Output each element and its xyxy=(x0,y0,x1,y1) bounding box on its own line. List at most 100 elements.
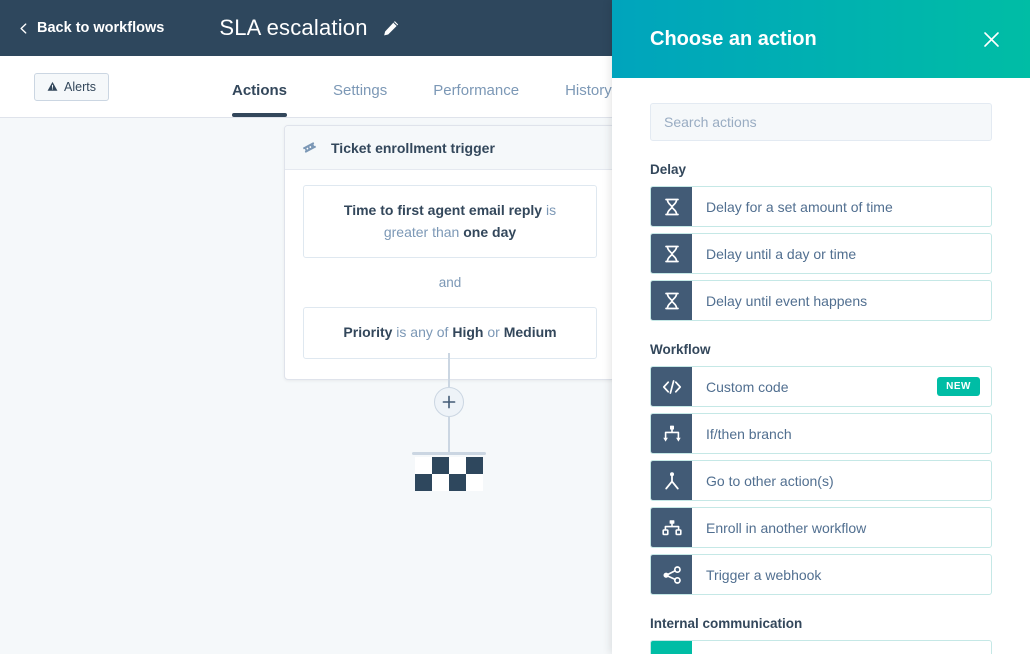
workflow-canvas: Ticket enrollment trigger Time to first … xyxy=(0,118,620,654)
flag-cell xyxy=(466,474,483,491)
action-item-label: Enroll in another workflow xyxy=(706,520,866,536)
flag-cell xyxy=(415,457,432,474)
action-icon-tile xyxy=(651,281,692,320)
condition-separator: and xyxy=(303,258,597,307)
action-item-label: Delay until a day or time xyxy=(706,246,856,262)
condition-token: or xyxy=(483,324,503,340)
close-icon xyxy=(983,31,1000,48)
action-icon-tile xyxy=(651,641,692,654)
connector-line xyxy=(448,417,450,452)
action-item[interactable]: If/then branch xyxy=(650,413,992,454)
action-item[interactable]: Enroll in another workflow xyxy=(650,507,992,548)
condition-token: Time to first agent email reply xyxy=(344,202,542,218)
tab-performance-label: Performance xyxy=(433,82,519,99)
add-step-button[interactable] xyxy=(434,387,464,417)
app-root: Back to workflows SLA escalation Alerts xyxy=(0,0,1030,654)
enroll-workflow-icon xyxy=(662,518,682,538)
new-badge: NEW xyxy=(937,377,980,396)
section-label: Delay xyxy=(650,162,992,177)
action-item-body xyxy=(692,641,991,654)
connector-line xyxy=(448,353,450,387)
action-item-body: Trigger a webhook xyxy=(692,555,991,594)
tabs-list: Actions Settings Performance History xyxy=(232,56,620,117)
section-label: Internal communication xyxy=(650,616,992,631)
action-item[interactable]: Trigger a webhook xyxy=(650,554,992,595)
condition-token: one day xyxy=(463,224,516,240)
warning-triangle-icon xyxy=(47,81,58,92)
action-item-body: Enroll in another workflow xyxy=(692,508,991,547)
workflow-editor: Back to workflows SLA escalation Alerts xyxy=(0,0,620,654)
chevron-left-icon xyxy=(18,23,29,34)
action-item-label: Delay for a set amount of time xyxy=(706,199,893,215)
close-panel-button[interactable] xyxy=(978,26,1004,52)
action-item[interactable]: Custom code NEW xyxy=(650,366,992,407)
action-item-body: Delay until a day or time xyxy=(692,234,991,273)
condition-token: is any of xyxy=(392,324,452,340)
pencil-icon[interactable] xyxy=(382,19,401,38)
action-item[interactable]: Delay for a set amount of time xyxy=(650,186,992,227)
tab-actions[interactable]: Actions xyxy=(232,56,287,117)
condition-token: High xyxy=(452,324,483,340)
flag-cell xyxy=(449,457,466,474)
tab-history-label: History xyxy=(565,82,612,99)
action-item-label: Trigger a webhook xyxy=(706,567,821,583)
action-sections: Delay Delay for a set amount of time Delay… xyxy=(650,162,992,654)
flag-cell xyxy=(449,474,466,491)
panel-title: Choose an action xyxy=(650,28,817,51)
tab-performance[interactable]: Performance xyxy=(433,56,519,117)
action-item-label: Custom code xyxy=(706,379,788,395)
branch-icon xyxy=(662,424,682,444)
action-item-body: Delay for a set amount of time xyxy=(692,187,991,226)
action-icon-tile xyxy=(651,555,692,594)
tab-actions-label: Actions xyxy=(232,82,287,99)
section-label: Workflow xyxy=(650,342,992,357)
action-icon-tile xyxy=(651,461,692,500)
tab-bar: Alerts Actions Settings Performance Hist… xyxy=(0,56,620,118)
hourglass-icon xyxy=(662,291,682,311)
code-brackets-icon xyxy=(662,377,682,397)
tab-settings-label: Settings xyxy=(333,82,387,99)
page-title: SLA escalation xyxy=(219,15,367,41)
plus-icon xyxy=(442,395,456,409)
top-bar: Back to workflows SLA escalation xyxy=(0,0,620,56)
back-to-workflows-link[interactable]: Back to workflows xyxy=(18,20,164,36)
trigger-card-title: Ticket enrollment trigger xyxy=(331,140,495,156)
tab-settings[interactable]: Settings xyxy=(333,56,387,117)
webhook-icon xyxy=(662,565,682,585)
action-item[interactable] xyxy=(650,640,992,654)
action-icon-tile xyxy=(651,508,692,547)
condition-row[interactable]: Priority is any of High or Medium xyxy=(303,307,597,359)
hourglass-icon xyxy=(662,244,682,264)
ticket-icon xyxy=(301,139,318,156)
action-item-label: If/then branch xyxy=(706,426,792,442)
flag-cell xyxy=(432,474,449,491)
search-actions-input[interactable] xyxy=(650,103,992,141)
checkered-flag-icon xyxy=(415,457,483,491)
action-icon-tile xyxy=(651,187,692,226)
back-to-workflows-label: Back to workflows xyxy=(37,20,164,36)
alerts-button[interactable]: Alerts xyxy=(34,73,109,101)
hourglass-icon xyxy=(662,197,682,217)
condition-row[interactable]: Time to first agent email reply is great… xyxy=(303,185,597,258)
panel-body: Delay Delay for a set amount of time Delay… xyxy=(612,78,1030,654)
action-item-label: Delay until event happens xyxy=(706,293,867,309)
goto-action-icon xyxy=(662,471,682,491)
flag-cell xyxy=(415,474,432,491)
condition-token: Priority xyxy=(343,324,392,340)
trigger-card-body: Time to first agent email reply is great… xyxy=(285,170,615,379)
flag-cell xyxy=(432,457,449,474)
action-icon-tile xyxy=(651,367,692,406)
action-item-body: Go to other action(s) xyxy=(692,461,991,500)
action-item[interactable]: Delay until event happens xyxy=(650,280,992,321)
action-item-body: Delay until event happens xyxy=(692,281,991,320)
tab-history[interactable]: History xyxy=(565,56,612,117)
action-item[interactable]: Go to other action(s) xyxy=(650,460,992,501)
trigger-card-header: Ticket enrollment trigger xyxy=(285,126,615,170)
action-item-label: Go to other action(s) xyxy=(706,473,834,489)
ticket-enrollment-trigger-card[interactable]: Ticket enrollment trigger Time to first … xyxy=(284,125,616,380)
action-icon-tile xyxy=(651,414,692,453)
action-icon-tile xyxy=(651,234,692,273)
action-item-body: If/then branch xyxy=(692,414,991,453)
action-item[interactable]: Delay until a day or time xyxy=(650,233,992,274)
flag-cell xyxy=(466,457,483,474)
